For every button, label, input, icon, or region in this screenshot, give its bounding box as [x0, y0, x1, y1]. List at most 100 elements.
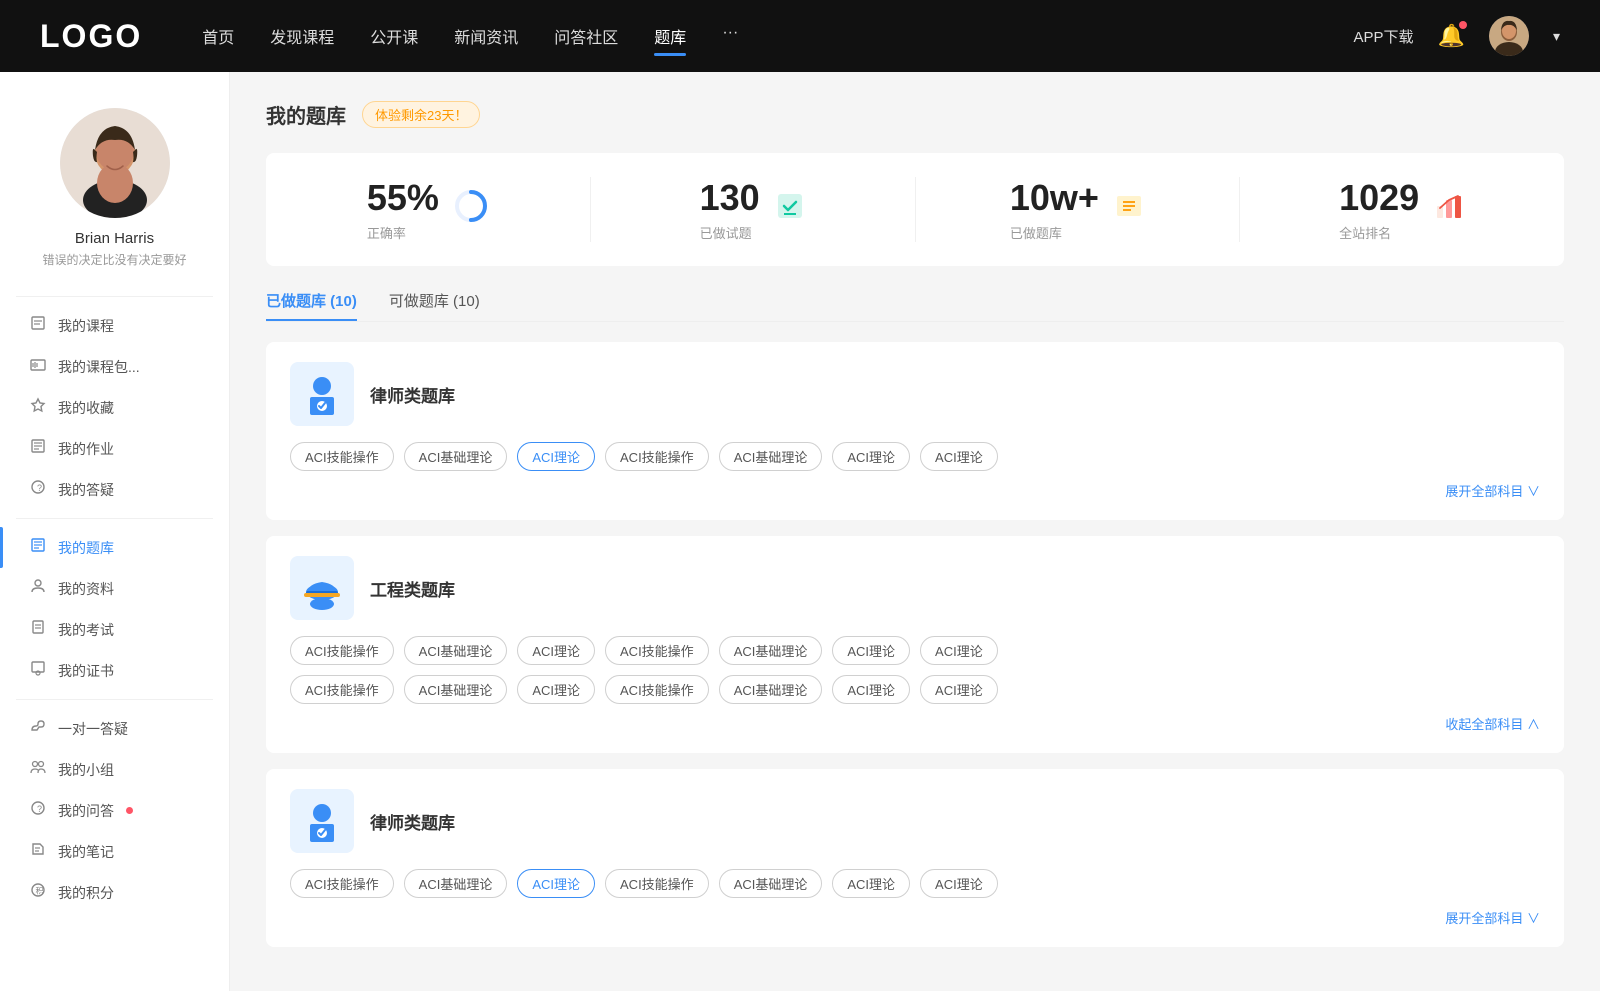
nav-right: APP下载 🔔 ▾	[1354, 16, 1560, 56]
nav-link-more[interactable]: ···	[722, 20, 738, 52]
qb-tag[interactable]: ACI技能操作	[290, 636, 394, 665]
sidebar-item-question-bank[interactable]: 我的题库	[0, 527, 229, 568]
exam-icon	[28, 619, 48, 640]
sidebar-item-certificate[interactable]: 我的证书	[0, 650, 229, 691]
qb-tag[interactable]: ACI基础理论	[719, 869, 823, 898]
page-header: 我的题库 体验剩余23天！	[266, 100, 1564, 129]
sidebar-label-course-package: 我的课程包...	[58, 357, 140, 377]
qb-tag[interactable]: ACI基础理论	[719, 442, 823, 471]
points-icon: 积	[28, 882, 48, 903]
app-download-link[interactable]: APP下载	[1354, 26, 1414, 47]
qb-tag[interactable]: ACI理论	[920, 442, 998, 471]
sidebar-item-favorites[interactable]: 我的收藏	[0, 387, 229, 428]
tab-done-banks[interactable]: 已做题库 (10)	[266, 290, 357, 321]
qb-tag[interactable]: ACI技能操作	[605, 869, 709, 898]
my-qa-icon: ?	[28, 800, 48, 821]
sidebar-item-notes[interactable]: 我的笔记	[0, 831, 229, 872]
qb-tag-active[interactable]: ACI理论	[517, 869, 595, 898]
qb-tag[interactable]: ACI技能操作	[290, 442, 394, 471]
qb-card-header-lawyer-2: 律师类题库	[290, 789, 1540, 853]
nav-link-open[interactable]: 公开课	[370, 20, 418, 52]
sidebar-label-points: 我的积分	[58, 883, 114, 903]
tab-available-banks[interactable]: 可做题库 (10)	[389, 290, 480, 321]
nav-link-home[interactable]: 首页	[202, 20, 234, 52]
course-package-icon	[28, 356, 48, 377]
profile-avatar	[60, 108, 170, 218]
sidebar-label-profile: 我的资料	[58, 579, 114, 599]
notification-bell[interactable]: 🔔	[1438, 23, 1465, 49]
course-icon	[28, 315, 48, 336]
sidebar-item-homework[interactable]: 我的作业	[0, 428, 229, 469]
sidebar-item-exam[interactable]: 我的考试	[0, 609, 229, 650]
qb-tag[interactable]: ACI基础理论	[719, 675, 823, 704]
qb-icon-lawyer-2	[290, 789, 354, 853]
sidebar-label-question-bank: 我的题库	[58, 538, 114, 558]
page-title: 我的题库	[266, 100, 346, 129]
sidebar-label-favorites: 我的收藏	[58, 398, 114, 418]
sidebar-item-profile[interactable]: 我的资料	[0, 568, 229, 609]
svg-text:?: ?	[37, 483, 42, 493]
sidebar-item-my-course[interactable]: 我的课程	[0, 305, 229, 346]
sidebar-label-one-on-one: 一对一答疑	[58, 719, 128, 739]
stat-done-banks-label: 已做题库	[1010, 223, 1099, 242]
nav-link-discover[interactable]: 发现课程	[270, 20, 334, 52]
profile-icon	[28, 578, 48, 599]
done-banks-icon	[1113, 190, 1145, 229]
qa-icon: ?	[28, 479, 48, 500]
sidebar-item-one-on-one[interactable]: 一对一答疑	[0, 708, 229, 749]
tabs-row: 已做题库 (10) 可做题库 (10)	[266, 290, 1564, 322]
qb-tag[interactable]: ACI基础理论	[404, 442, 508, 471]
qb-tag[interactable]: ACI技能操作	[290, 675, 394, 704]
svg-text:?: ?	[37, 804, 42, 814]
qb-tag[interactable]: ACI基础理论	[719, 636, 823, 665]
stats-row: 55% 正确率 130 已做试题	[266, 153, 1564, 266]
nav-link-news[interactable]: 新闻资讯	[454, 20, 518, 52]
qb-tag[interactable]: ACI基础理论	[404, 869, 508, 898]
stat-done-banks-value: 10w+	[1010, 177, 1099, 219]
qb-tag[interactable]: ACI理论	[517, 675, 595, 704]
qb-tag[interactable]: ACI基础理论	[404, 636, 508, 665]
qb-tag[interactable]: ACI基础理论	[404, 675, 508, 704]
user-avatar[interactable]	[1489, 16, 1529, 56]
qb-card-lawyer-2: 律师类题库 ACI技能操作 ACI基础理论 ACI理论 ACI技能操作 ACI基…	[266, 769, 1564, 947]
qb-tag[interactable]: ACI技能操作	[290, 869, 394, 898]
sidebar-label-group: 我的小组	[58, 760, 114, 780]
accuracy-icon	[453, 188, 489, 231]
qb-card-header-lawyer-1: 律师类题库	[290, 362, 1540, 426]
user-menu-chevron[interactable]: ▾	[1553, 28, 1560, 45]
sidebar-divider-1	[16, 296, 213, 297]
qb-tag[interactable]: ACI技能操作	[605, 636, 709, 665]
qb-card-lawyer-1: 律师类题库 ACI技能操作 ACI基础理论 ACI理论 ACI技能操作 ACI基…	[266, 342, 1564, 520]
sidebar-item-course-package[interactable]: 我的课程包...	[0, 346, 229, 387]
notes-icon	[28, 841, 48, 862]
qb-tag[interactable]: ACI理论	[920, 675, 998, 704]
sidebar-item-points[interactable]: 积 我的积分	[0, 872, 229, 913]
qb-tag[interactable]: ACI理论	[920, 636, 998, 665]
sidebar-item-group[interactable]: 我的小组	[0, 749, 229, 790]
expand-lawyer-1[interactable]: 展开全部科目 ∨	[290, 481, 1540, 500]
qb-tag[interactable]: ACI理论	[832, 636, 910, 665]
qb-tags-lawyer-1: ACI技能操作 ACI基础理论 ACI理论 ACI技能操作 ACI基础理论 AC…	[290, 442, 1540, 471]
qb-tag-active[interactable]: ACI理论	[517, 442, 595, 471]
qa-badge-dot	[126, 807, 133, 814]
qb-tag[interactable]: ACI理论	[920, 869, 998, 898]
sidebar-item-qa[interactable]: ? 我的答疑	[0, 469, 229, 510]
qb-title-engineer: 工程类题库	[370, 576, 455, 601]
expand-lawyer-2[interactable]: 展开全部科目 ∨	[290, 908, 1540, 927]
qb-card-engineer: 工程类题库 ACI技能操作 ACI基础理论 ACI理论 ACI技能操作 ACI基…	[266, 536, 1564, 753]
profile-name: Brian Harris	[75, 230, 154, 247]
sidebar-item-my-qa[interactable]: ? 我的问答	[0, 790, 229, 831]
qb-tag[interactable]: ACI理论	[832, 675, 910, 704]
collapse-engineer[interactable]: 收起全部科目 ∧	[290, 714, 1540, 733]
profile-motto: 错误的决定比没有决定要好	[26, 251, 202, 268]
qb-tag[interactable]: ACI技能操作	[605, 675, 709, 704]
sidebar-label-certificate: 我的证书	[58, 661, 114, 681]
qb-tag[interactable]: ACI理论	[517, 636, 595, 665]
qb-tag[interactable]: ACI理论	[832, 442, 910, 471]
stat-accuracy: 55% 正确率	[266, 177, 591, 242]
stat-done-questions-label: 已做试题	[700, 223, 760, 242]
nav-link-qa[interactable]: 问答社区	[554, 20, 618, 52]
qb-tag[interactable]: ACI技能操作	[605, 442, 709, 471]
nav-link-questions[interactable]: 题库	[654, 20, 686, 52]
qb-tag[interactable]: ACI理论	[832, 869, 910, 898]
